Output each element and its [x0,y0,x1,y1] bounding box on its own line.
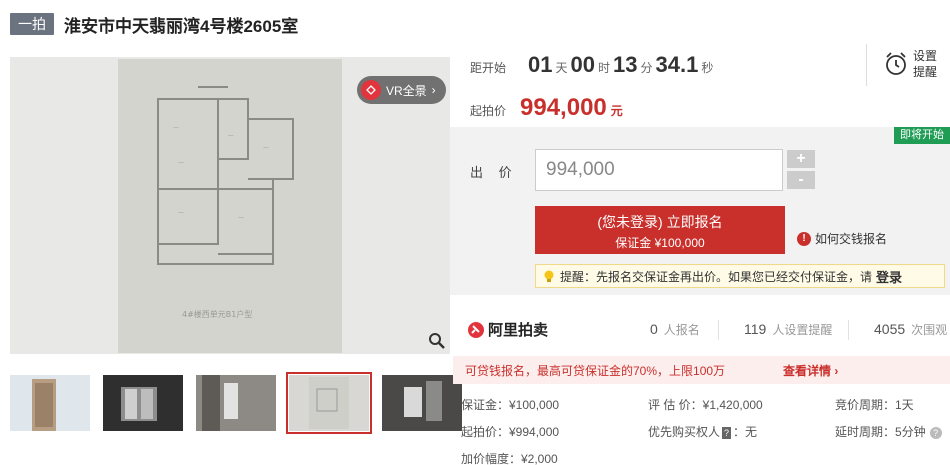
increment-info: 加价幅度：¥2,000 [461,452,558,465]
thumbnail-5[interactable] [382,375,462,431]
hours-unit: 时 [598,61,611,75]
alarm-clock-icon [886,52,906,75]
days-unit: 天 [555,61,568,75]
set-reminder-button[interactable]: 设置提醒 [884,48,939,80]
start-price-label: 起拍价 [470,104,507,118]
status-badge: 即将开始 [894,127,950,144]
seconds-unit: 秒 [701,61,714,75]
stats-row: 阿里拍卖 0 人报名 119 人设置提醒 4055 次围观 [450,310,950,350]
increase-bid-button[interactable]: + [787,150,815,168]
thumbnail-1[interactable] [10,375,90,431]
signup-line1: (您未登录) 立即报名 [597,214,723,230]
login-tip: 提醒：先报名交保证金再出价。如果您已经交付保证金，请 登录 [535,264,945,288]
signup-line2: 保证金 ¥100,000 [615,236,705,250]
priority-buyer-value: ：无 [733,425,758,439]
reminder-count-label: 人设置提醒 [772,323,833,337]
signup-button[interactable]: (您未登录) 立即报名 保证金 ¥100,000 [535,206,785,254]
login-link[interactable]: 登录 [876,267,902,286]
decrease-bid-button[interactable]: - [787,171,815,189]
help-icon[interactable]: ? [722,426,732,439]
separator [848,320,849,340]
start-price-info: 起拍价：¥994,000 [461,425,560,439]
countdown-hours: 00 [570,52,595,77]
view-details-label: 查看详情 [783,363,832,378]
floor-plan-photo: — — — — — — 4#楼西单元B1户型 [118,59,342,353]
signup-count-label: 人报名 [663,323,700,337]
plan-caption: 4#楼西单元B1户型 [182,309,252,319]
bid-panel: 即将开始 出 价 994,000 + - (您未登录) 立即报名 保证金 ¥10… [450,127,950,295]
title-bar: 一拍 淮安市中天翡丽湾4号楼2605室 [10,11,298,37]
start-price-value: 994,000 [520,94,607,121]
how-to-pay-label: 如何交钱报名 [815,232,888,246]
view-count-value: 4055 [874,321,906,337]
brand-name: 阿里拍卖 [488,322,549,339]
thumbnail-3[interactable] [196,375,276,431]
thumbnail-strip [10,372,462,434]
signup-count-value: 0 [650,321,658,337]
signup-count: 0 人报名 [650,321,700,338]
round-badge: 一拍 [10,13,54,35]
priority-buyer-label: 优先购买权人 [648,425,721,439]
main-image[interactable]: — — — — — — 4#楼西单元B1户型 VR全景 › [10,57,450,354]
deposit-info: 保证金：¥100,000 [461,398,560,412]
countdown-days: 01 [528,52,553,77]
reminder-count-value: 119 [744,321,767,337]
svg-text:—: — [228,132,234,139]
vr-tour-button[interactable]: VR全景 › [357,76,446,104]
vr-label: VR全景 [386,83,427,98]
alibaba-auction-logo: 阿里拍卖 [467,319,548,340]
vr-icon [361,80,381,100]
view-count-label: 次围观 [911,323,948,337]
thumbnail-4[interactable] [286,372,372,434]
delay-cycle-info: 延时周期：5分钟? [835,423,942,440]
magnifier-icon[interactable] [428,332,446,350]
priority-buyer-info: 优先购买权人? ：无 [648,423,757,440]
loan-banner: 可贷钱报名，最高可贷保证金的70%，上限100万 查看详情 › [453,356,950,384]
svg-text:—: — [238,214,244,221]
bid-cycle-info: 竞价周期：1天 [835,398,914,412]
svg-text:—: — [263,144,269,151]
bid-label: 出 价 [470,165,518,180]
view-details-link[interactable]: 查看详情 › [783,362,838,379]
thumbnail-2[interactable] [103,375,183,431]
start-price: 起拍价 994,000 元 [470,94,623,122]
delay-cycle-text: 延时周期：5分钟 [835,425,926,439]
view-count: 4055 次围观 [874,321,947,338]
divider [866,44,867,86]
gavel-icon [468,321,484,338]
countdown-seconds: 34.1 [655,52,699,77]
countdown-minutes: 13 [613,52,638,77]
lightbulb-icon [544,270,554,282]
svg-text:—: — [178,159,184,166]
chevron-right-icon: › [431,83,436,97]
bid-amount-input[interactable]: 994,000 [535,149,783,191]
svg-text:—: — [178,209,184,216]
appraisal-info: 评 估 价：¥1,420,000 [648,398,763,412]
auction-page: 一拍 淮安市中天翡丽湾4号楼2605室 — — — — — — 4#楼西单元B1… [0,0,950,465]
separator [718,320,719,340]
how-to-pay-link[interactable]: ! 如何交钱报名 [797,230,887,247]
reminder-count: 119 人设置提醒 [744,321,832,338]
start-price-unit: 元 [610,104,623,118]
question-icon[interactable]: ? [929,426,942,439]
svg-text:—: — [173,124,179,131]
minutes-unit: 分 [640,61,653,75]
loan-text: 可贷钱报名，最高可贷保证金的70%，上限100万 [465,363,726,378]
countdown-label: 距开始 [470,61,507,75]
info-icon: ! [797,231,811,246]
page-title: 淮安市中天翡丽湾4号楼2605室 [64,16,299,36]
countdown: 距开始 01 天 00 时 13 分 34.1 秒 [470,52,716,82]
tip-text: 提醒：先报名交保证金再出价。如果您已经交付保证金，请 [560,269,873,284]
reminder-label: 设置提醒 [913,49,938,79]
